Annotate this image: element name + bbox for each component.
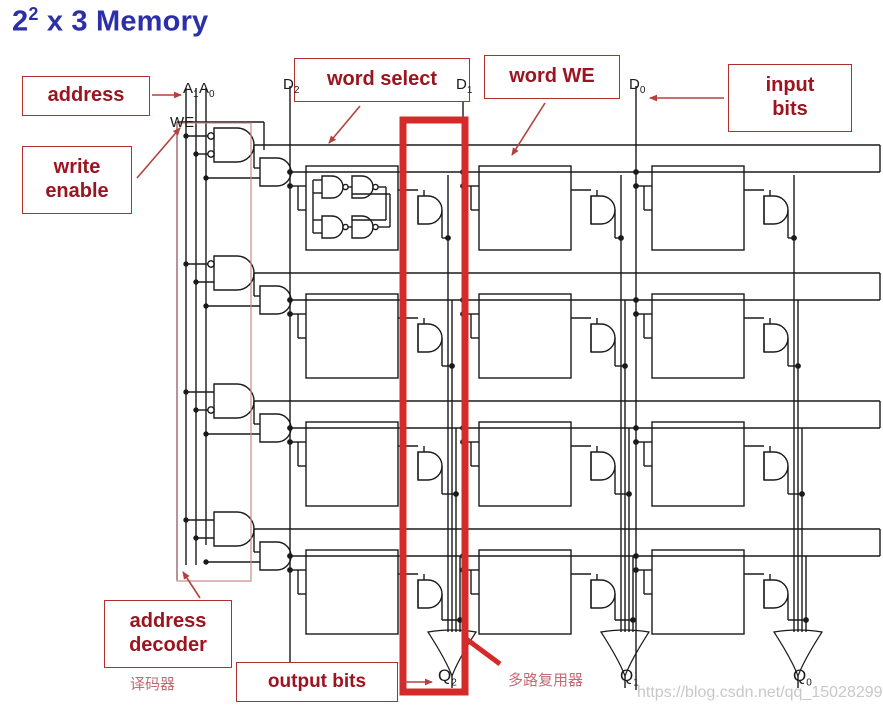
pin-label-D0: D0 — [629, 76, 645, 96]
watermark: https://blog.csdn.net/qq_15028299 — [637, 684, 883, 701]
callout-address: address — [22, 76, 150, 116]
callout-input-bits: input bits — [728, 64, 852, 132]
title-exponent: 2 — [28, 4, 39, 24]
pin-Q2-sub: 2 — [451, 677, 457, 689]
title-base: 2 — [12, 5, 29, 38]
pin-D0-name: D — [629, 76, 640, 93]
page-title: 22 x 3 Memory — [12, 4, 208, 39]
arrow-write-enable — [136, 127, 181, 179]
title-rest: x 3 Memory — [38, 5, 209, 38]
pin-Q2-name: Q — [438, 666, 452, 685]
pin-D1-name: D — [456, 76, 467, 93]
diagram-canvas: 22 x 3 Memory address write enable word … — [0, 0, 883, 711]
pin-label-A1: A1 — [183, 80, 199, 100]
pin-label-Q1: Q1 — [620, 666, 639, 688]
pin-A1-name: A — [183, 80, 194, 97]
pin-label-Q2: Q2 — [438, 666, 457, 688]
pin-D2-name: D — [283, 76, 294, 93]
pin-label-D2: D2 — [283, 76, 299, 96]
pin-label-D1: D1 — [456, 76, 472, 96]
pin-WE-name: WE — [170, 114, 195, 131]
pin-label-A0: A0 — [199, 80, 215, 100]
label-decoder-chinese: 译码器 — [130, 676, 176, 693]
label-multiplexer-chinese: 多路复用器 — [508, 672, 584, 689]
callout-address-decoder: address decoder — [104, 600, 232, 668]
pin-label-WE: WE — [170, 114, 194, 131]
pin-D2-sub: 2 — [293, 85, 300, 96]
pin-D1-sub: 1 — [466, 85, 473, 96]
arrow-word-select — [328, 105, 361, 144]
callout-word-select: word select — [294, 58, 470, 102]
arrow-address-decoder — [182, 571, 201, 599]
pin-A0-name: A — [199, 80, 210, 97]
arrow-word-we — [511, 102, 546, 156]
pin-Q1-name: Q — [620, 666, 634, 685]
pin-A0-sub: 0 — [209, 89, 215, 100]
pin-Q0-name: Q — [793, 666, 807, 685]
callout-output-bits: output bits — [236, 662, 398, 702]
callout-word-we: word WE — [484, 55, 620, 99]
callout-write-enable: write enable — [22, 146, 132, 214]
pin-D0-sub: 0 — [639, 85, 646, 96]
arrow-multiplexer — [463, 635, 502, 667]
pin-A1-sub: 1 — [193, 89, 199, 100]
